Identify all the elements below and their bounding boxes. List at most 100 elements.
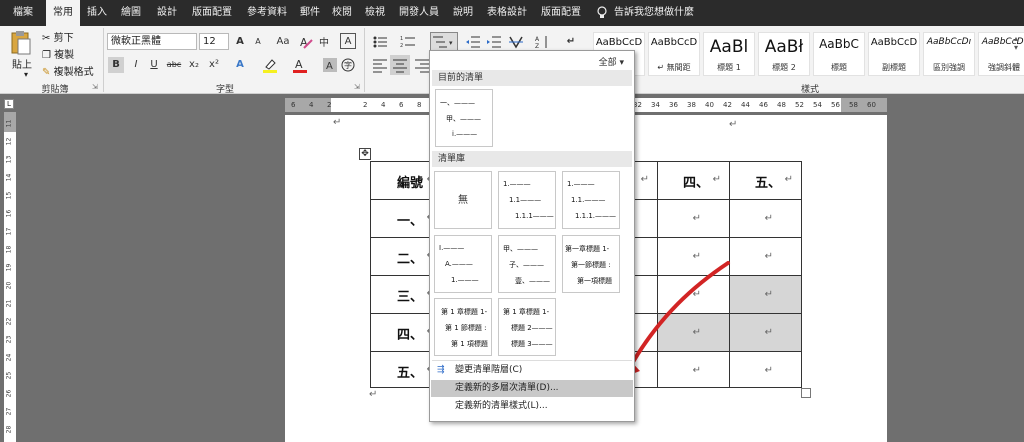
enclose-char-icon[interactable]: 字	[340, 57, 356, 73]
cell-text: 二、	[396, 252, 423, 267]
font-size-select[interactable]: 12	[199, 33, 229, 50]
decrease-indent-icon[interactable]	[465, 34, 481, 50]
list-card-2[interactable]: I.——— A.——— 1.———	[434, 235, 492, 293]
vruler-tick-label: 18	[5, 245, 13, 254]
vruler-tick-label: 24	[5, 353, 13, 362]
clear-format-icon[interactable]: A	[298, 34, 314, 50]
table-cell[interactable]: 四、↵	[657, 161, 730, 200]
paste-label[interactable]: 貼上	[12, 56, 32, 71]
align-left-icon[interactable]	[372, 57, 388, 73]
style-label: 區別強調	[933, 63, 965, 72]
svg-text:A: A	[295, 58, 303, 71]
tab-table-layout[interactable]: 版面配置	[536, 0, 586, 26]
svg-text:字: 字	[344, 60, 352, 70]
list-card-none[interactable]: 無	[434, 171, 492, 229]
bullets-icon[interactable]	[372, 34, 388, 50]
tab-review[interactable]: 校閱	[328, 0, 356, 26]
current-list-card[interactable]: 一、——— 甲、——— i.———	[435, 89, 493, 147]
tab-design[interactable]: 設計	[150, 0, 184, 26]
menu-change-list-level[interactable]: ⇶ 變更清單階層(C)	[431, 362, 633, 379]
svg-text:Z: Z	[535, 43, 539, 50]
tab-insert[interactable]: 插入	[82, 0, 112, 26]
table-resize-handle[interactable]	[801, 388, 811, 398]
paste-icon[interactable]	[10, 30, 32, 56]
tab-table-design[interactable]: 表格設計	[482, 0, 532, 26]
list-card-5[interactable]: 第 1 章標題 1- 第 1 節標題 : 第 1 項標題	[434, 298, 492, 356]
list-card-4[interactable]: 第一章標題 1- 第一節標題 : 第一項標題	[562, 235, 620, 293]
multilevel-list-button[interactable]: ▾	[430, 32, 458, 52]
tab-references[interactable]: 參考資料	[240, 0, 294, 26]
sort-icon[interactable]: AZ	[535, 34, 551, 50]
styles-scroll-icon[interactable]: ▴ ▾	[1014, 34, 1018, 52]
superscript-button[interactable]: x²	[206, 57, 222, 73]
clipboard-launcher-icon[interactable]: ⇲	[92, 83, 98, 91]
vertical-ruler[interactable]: 11 12 13 14 15 16 17 18 19 20 21 22 23 24 25 26 27 28	[4, 112, 16, 442]
increase-indent-icon[interactable]	[486, 34, 502, 50]
card-line: 1.———	[567, 180, 595, 188]
style-card-6[interactable]: AaBbCcDı 區別強調	[923, 32, 975, 76]
text-effects-icon[interactable]: A	[232, 57, 248, 73]
vruler-tick-label: 16	[5, 209, 13, 218]
tell-me-search[interactable]: 告訴我您想做什麼	[614, 0, 708, 26]
tab-selector-icon[interactable]: L	[4, 99, 14, 109]
font-name-select[interactable]: 微軟正黑體	[107, 33, 197, 50]
bold-button[interactable]: B	[108, 57, 124, 73]
subscript-button[interactable]: x₂	[186, 57, 202, 73]
list-card-0[interactable]: 1.——— 1.1——— 1.1.1———	[498, 171, 556, 229]
paste-chevron-icon[interactable]: ▾	[24, 70, 28, 79]
style-card-3[interactable]: AaBł 標題 2	[758, 32, 810, 76]
brush-icon: ✎	[42, 67, 51, 78]
cut-button[interactable]: ✂ 剪下	[42, 29, 74, 44]
align-right-icon[interactable]	[414, 57, 430, 73]
asian-layout-icon[interactable]	[508, 34, 524, 50]
style-card-2[interactable]: AaBl 標題 1	[703, 32, 755, 76]
style-card-5[interactable]: AaBbCcD 副標題	[868, 32, 920, 76]
menu-define-new-multilevel-list[interactable]: 定義新的多層次清單(D)...	[431, 380, 633, 397]
table-cell[interactable]: 五、↵	[729, 161, 802, 200]
card-line: 第一章標題 1-	[565, 245, 610, 253]
list-card-6[interactable]: 第 1 章標題 1- 標題 2——— 標題 3———	[498, 298, 556, 356]
char-shading-icon[interactable]: A	[322, 57, 338, 73]
list-card-1[interactable]: 1.——— 1.1.——— 1.1.1.———	[562, 171, 620, 229]
tab-layout[interactable]: 版面配置	[186, 0, 238, 26]
style-card-1[interactable]: AaBbCcD ↵ 無間距	[648, 32, 700, 76]
format-painter-button[interactable]: ✎ 複製格式	[42, 63, 94, 78]
copy-button[interactable]: ❐ 複製	[42, 46, 74, 61]
shrink-font-button[interactable]: A	[250, 34, 266, 50]
strikethrough-button[interactable]: abc	[166, 57, 182, 73]
table-cell[interactable]: ↵	[729, 199, 802, 238]
ruler-tick-label: 48	[777, 101, 786, 109]
show-marks-icon[interactable]: ↵	[563, 34, 579, 50]
list-card-3[interactable]: 甲、——— 子、——— 壹、———	[498, 235, 556, 293]
font-color-icon[interactable]: A	[292, 57, 308, 73]
tab-help[interactable]: 說明	[448, 0, 478, 26]
menu-define-new-list-style[interactable]: 定義新的清單樣式(L)...	[431, 398, 633, 415]
highlight-icon[interactable]	[262, 57, 278, 73]
character-border-icon[interactable]: A	[340, 33, 356, 49]
tab-file[interactable]: 檔案	[2, 0, 44, 26]
style-preview: AaBbCcD	[595, 37, 643, 48]
italic-button[interactable]: I	[128, 57, 144, 73]
phonetic-guide-icon[interactable]: 中	[318, 34, 334, 50]
underline-button[interactable]: U	[146, 57, 162, 73]
vruler-tick-label: 25	[5, 371, 13, 380]
tab-developer[interactable]: 開發人員	[394, 0, 444, 26]
align-center-icon[interactable]	[390, 55, 410, 75]
numbering-icon[interactable]: 12	[400, 34, 416, 50]
font-launcher-icon[interactable]: ⇲	[354, 83, 360, 91]
menu-label: 變更清單階層(C)	[455, 365, 523, 375]
cell-text: 四、	[682, 176, 709, 191]
change-case-button[interactable]: Aa	[272, 34, 294, 50]
tab-mailings[interactable]: 郵件	[296, 0, 324, 26]
format-painter-label: 複製格式	[53, 67, 94, 78]
table-move-handle[interactable]: ✥	[359, 148, 371, 160]
tab-draw[interactable]: 繪圖	[114, 0, 148, 26]
tab-view[interactable]: 檢視	[360, 0, 390, 26]
style-card-4[interactable]: AaBbC 標題	[813, 32, 865, 76]
tab-home[interactable]: 常用	[46, 0, 80, 26]
table-cell[interactable]: ↵	[657, 199, 730, 238]
filter-all-button[interactable]: 全部 ▾	[599, 55, 624, 68]
style-label: 標題 2	[772, 63, 796, 72]
style-preview: AaBbCcD	[650, 37, 698, 48]
grow-font-button[interactable]: A	[232, 34, 248, 50]
